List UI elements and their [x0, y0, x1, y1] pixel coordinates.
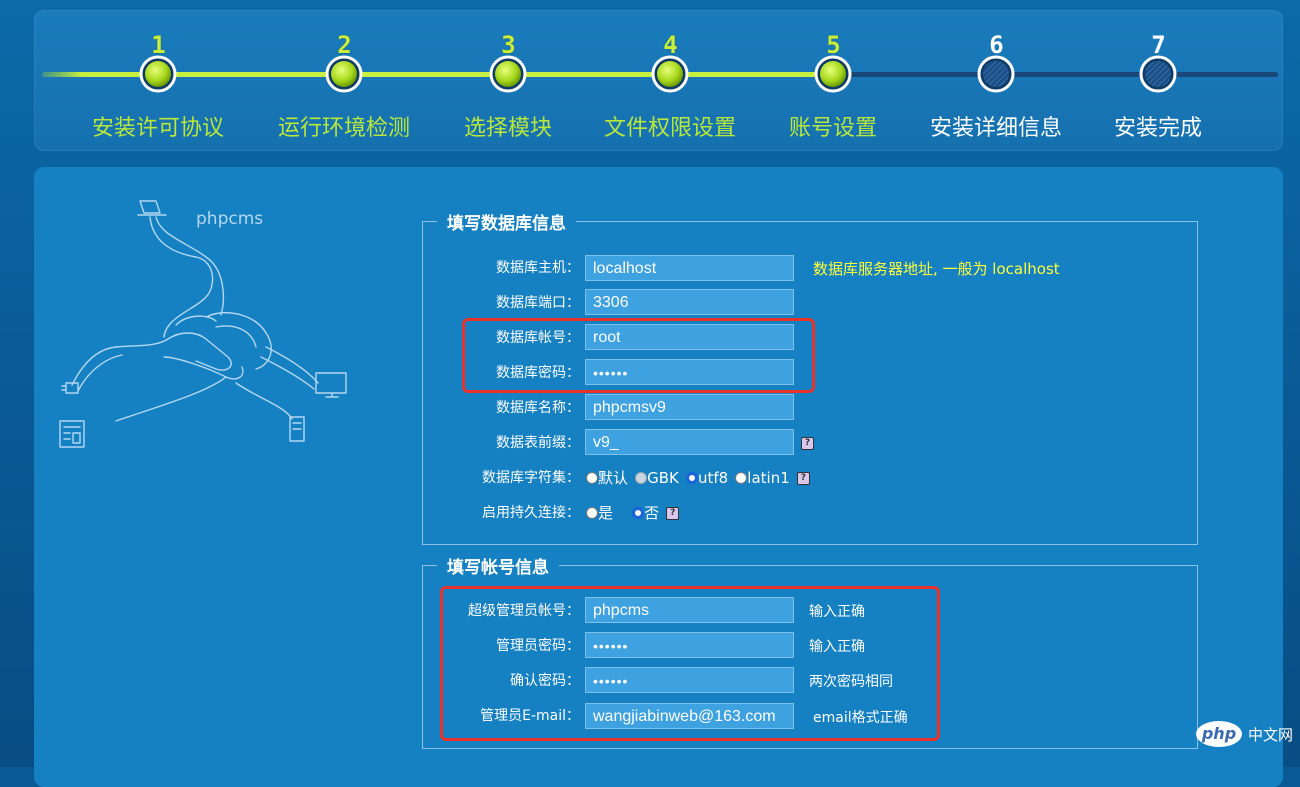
persist-radio-group: 是 否 ?: [586, 499, 680, 527]
db-prefix-input[interactable]: v9_: [585, 429, 794, 455]
step-5-number: 5: [826, 31, 840, 59]
step-6-dot: [977, 55, 1015, 93]
phpcms-logo-text: phpcms: [196, 209, 263, 229]
db-persist-row: 启用持久连接：: [0, 499, 580, 527]
db-host-row: 数据库主机：: [0, 254, 580, 282]
db-prefix-row: 数据表前缀：: [0, 429, 580, 457]
step-5-label: 账号设置: [788, 116, 877, 141]
prefix-help-icon[interactable]: ?: [801, 437, 814, 450]
site-watermark: php 中文网: [1196, 719, 1293, 749]
charset-radio-utf8[interactable]: [685, 472, 698, 484]
db-host-label: 数据库主机：: [496, 260, 580, 276]
step-7-dot: [1139, 55, 1177, 93]
account-info-legend: 填写帐号信息: [447, 558, 549, 578]
step-4-dot: [651, 55, 689, 93]
db-name-row: 数据库名称：: [0, 394, 580, 422]
step-4-number: 4: [663, 31, 677, 59]
persist-option-no: 否: [644, 504, 660, 522]
charset-radio-default[interactable]: [586, 472, 598, 484]
db-host-hint: 数据库服务器地址, 一般为 localhost: [813, 260, 1060, 278]
account-info-highlight: [440, 586, 940, 741]
step-1-label: 安装许可协议: [91, 116, 224, 141]
db-prefix-label: 数据表前缀：: [496, 435, 580, 451]
step-2-dot: [325, 55, 363, 93]
charset-radio-group: 默认 GBK utf8 latin1 ?: [586, 464, 810, 492]
charset-option-latin1: latin1: [747, 469, 790, 487]
step-7-label: 安装完成: [1113, 116, 1202, 141]
laptop-icon: [137, 200, 167, 216]
db-name-label: 数据库名称：: [496, 400, 580, 416]
persist-option-yes: 是: [598, 504, 614, 522]
step-6-number: 6: [989, 31, 1003, 59]
php-logo: php: [1196, 721, 1242, 747]
step-4-label: 文件权限设置: [603, 116, 736, 141]
step-2-label: 运行环境检测: [277, 116, 410, 141]
db-port-label: 数据库端口：: [496, 295, 580, 311]
charset-option-default: 默认: [598, 469, 629, 487]
charset-help-icon[interactable]: ?: [796, 472, 810, 485]
database-info-legend: 填写数据库信息: [447, 214, 566, 234]
charset-radio-latin1[interactable]: [735, 472, 748, 484]
step-3-number: 3: [501, 31, 515, 59]
db-port-input[interactable]: 3306: [585, 289, 794, 315]
step-1-number: 1: [151, 31, 165, 59]
charset-option-gbk: GBK: [647, 469, 679, 487]
step-3-label: 选择模块: [463, 116, 552, 141]
install-steps-panel: 1 2 3 4 5 6 7 安装许可协议 运行环境检测 选择模块 文件权限设置 账号设置 安装详细信息…: [34, 10, 1283, 151]
persist-radio-yes[interactable]: [586, 507, 598, 519]
step-5-dot: [814, 55, 852, 93]
step-3-dot: [489, 55, 527, 93]
db-name-input[interactable]: phpcmsv9: [585, 394, 794, 420]
step-7-number: 7: [1151, 31, 1165, 59]
db-credentials-highlight: [462, 318, 815, 393]
db-charset-row: 数据库字符集：: [0, 464, 580, 492]
step-6-label: 安装详细信息: [929, 116, 1062, 141]
db-charset-label: 数据库字符集：: [482, 470, 580, 486]
db-port-row: 数据库端口：: [0, 289, 580, 317]
persist-help-icon[interactable]: ?: [666, 507, 680, 520]
watermark-text: 中文网: [1248, 725, 1294, 744]
persist-radio-no[interactable]: [632, 507, 645, 519]
db-host-input[interactable]: localhost: [585, 255, 794, 281]
step-2-number: 2: [337, 31, 351, 59]
db-persist-label: 启用持久连接：: [482, 505, 580, 521]
charset-radio-gbk[interactable]: [635, 472, 648, 484]
step-1-dot: [139, 55, 177, 93]
charset-option-utf8: utf8: [697, 469, 729, 487]
